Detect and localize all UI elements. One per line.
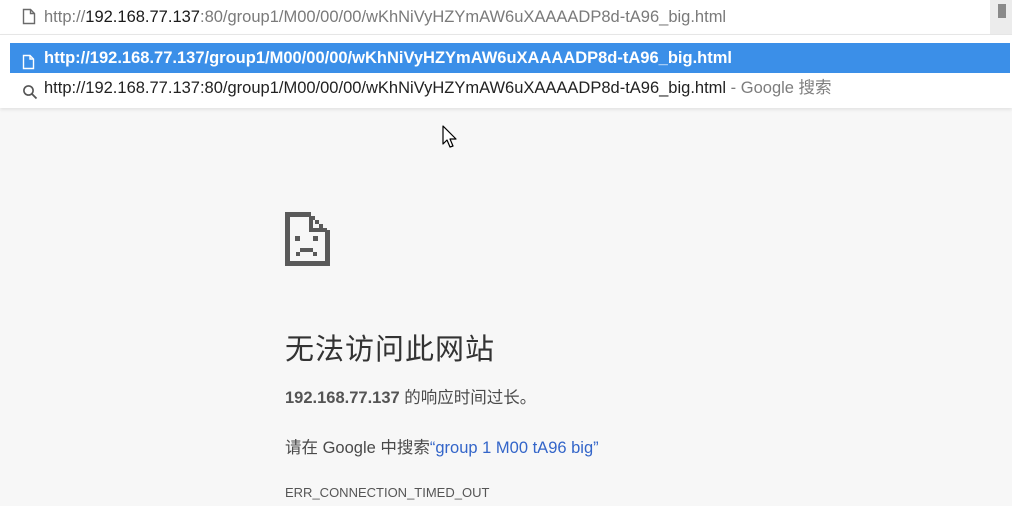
url-path: :80/group1/M00/00/00/wKhNiVyHZYmAW6uXAAA… <box>199 8 727 26</box>
page-icon <box>22 8 36 29</box>
search-query: http://192.168.77.137:80/group1/M00/00/0… <box>44 79 727 97</box>
url-scheme: http:// <box>44 8 86 26</box>
omnibox-dropdown: http://192.168.77.137/group1/M00/00/00/w… <box>0 34 1012 108</box>
error-host: 192.168.77.137 <box>285 389 400 407</box>
suggestion-google-search[interactable]: http://192.168.77.137:80/group1/M00/00/0… <box>10 73 1010 103</box>
address-bar[interactable]: http://192.168.77.137:80/group1/M00/00/0… <box>0 0 1012 34</box>
search-suggestion-prefix: 请在 Google 中搜索 <box>285 439 430 457</box>
google-search-link[interactable]: “group 1 M00 tA96 big” <box>430 439 599 457</box>
error-title: 无法访问此网站 <box>285 332 496 366</box>
search-icon <box>22 80 38 110</box>
suggestion-label: http://192.168.77.137:80/group1/M00/00/0… <box>44 73 832 103</box>
error-description-text: 的响应时间过长。 <box>399 389 537 407</box>
url-host: 192.168.77.137 <box>85 8 200 26</box>
suggestion-url-selected[interactable]: http://192.168.77.137/group1/M00/00/00/w… <box>10 43 1010 73</box>
error-code: ERR_CONNECTION_TIMED_OUT <box>285 485 490 500</box>
error-description: 192.168.77.137 的响应时间过长。 <box>285 384 536 408</box>
search-hint: - Google 搜索 <box>726 79 832 97</box>
sad-page-icon <box>285 212 331 272</box>
scrollbar-thumb[interactable] <box>998 4 1006 18</box>
scrollbar[interactable] <box>990 0 1012 34</box>
close-quote: ” <box>593 439 599 457</box>
search-link-text: group 1 M00 tA96 big <box>435 439 594 457</box>
search-suggestion: 请在 Google 中搜索“group 1 M00 tA96 big” <box>285 434 599 458</box>
suggestion-label: http://192.168.77.137/group1/M00/00/00/w… <box>44 49 732 67</box>
mouse-cursor-icon <box>442 125 458 153</box>
address-input[interactable]: http://192.168.77.137:80/group1/M00/00/0… <box>44 0 726 34</box>
